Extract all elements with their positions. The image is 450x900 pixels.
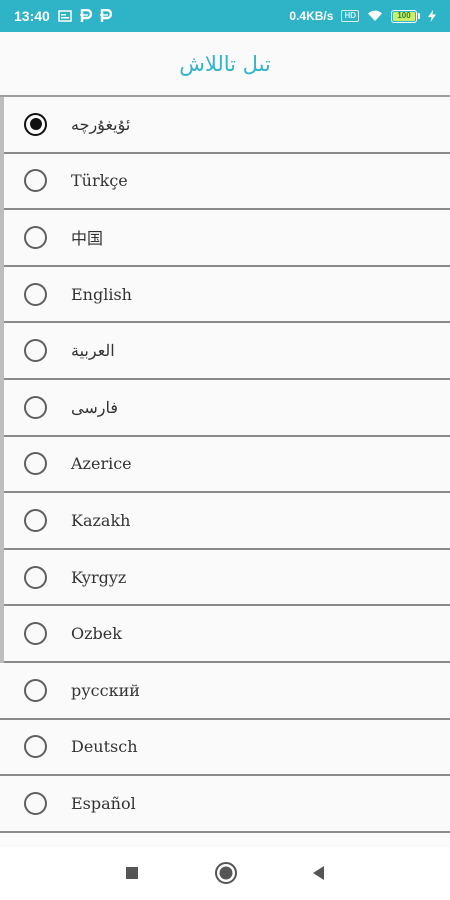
scroll-indicator[interactable] <box>0 97 4 663</box>
wifi-icon <box>367 10 383 22</box>
charging-icon <box>428 10 436 22</box>
language-label: русский <box>71 680 140 700</box>
page-title: تىل تاللاش <box>179 51 271 76</box>
language-label: Español <box>71 793 136 813</box>
language-row[interactable]: Türkçe <box>0 153 450 211</box>
navigation-bar <box>0 847 450 900</box>
language-label: Türkçe <box>71 171 128 191</box>
language-label: Kazakh <box>71 510 131 530</box>
battery-level: 100 <box>397 10 411 20</box>
radio-button[interactable] <box>24 169 47 193</box>
network-speed: 0.4KB/s <box>289 9 334 23</box>
language-label: English <box>71 284 132 304</box>
language-label: Deutsch <box>71 737 138 757</box>
radio-button[interactable] <box>24 622 47 646</box>
gallery-icon <box>58 10 72 22</box>
language-label: 中国 <box>71 229 104 249</box>
language-label: العربية <box>71 341 115 361</box>
language-list[interactable]: ئۇيغۇرچە Türkçe 中国 English العربية فارسی Azeri… <box>0 95 450 835</box>
language-row[interactable]: Ozbek <box>0 606 450 663</box>
language-row[interactable]: Kazakh <box>0 493 450 550</box>
language-row[interactable]: Español <box>0 776 450 833</box>
language-row[interactable]: English <box>0 266 450 324</box>
language-row[interactable]: فارسی <box>0 379 450 437</box>
status-bar-right: 0.4KB/s HD 100 <box>289 9 436 23</box>
status-bar: 13:40 0.4KB/s HD 100 <box>0 0 450 32</box>
language-label: فارسی <box>71 397 118 417</box>
header: تىل تاللاش <box>0 32 450 95</box>
radio-button[interactable] <box>24 395 47 419</box>
radio-button[interactable] <box>24 565 47 589</box>
language-row[interactable]: Kyrgyz <box>0 549 450 607</box>
language-label: Azerice <box>71 454 132 474</box>
radio-button[interactable] <box>24 508 47 532</box>
radio-button[interactable] <box>24 791 47 815</box>
language-label: Kyrgyz <box>71 567 127 587</box>
radio-button[interactable] <box>24 282 47 306</box>
radio-button[interactable] <box>24 678 47 702</box>
recents-icon[interactable] <box>112 853 152 893</box>
p-icon <box>79 9 92 23</box>
radio-button[interactable] <box>24 452 47 476</box>
language-row[interactable]: Azerice <box>0 436 450 494</box>
language-row[interactable]: Deutsch <box>0 719 450 777</box>
radio-button[interactable] <box>24 339 47 363</box>
language-row[interactable]: русский <box>0 662 450 720</box>
battery-icon: 100 <box>391 9 420 23</box>
home-icon[interactable] <box>206 853 246 893</box>
language-row[interactable]: العربية <box>0 323 450 380</box>
status-bar-left: 13:40 <box>14 8 112 24</box>
radio-button[interactable] <box>24 225 47 249</box>
clock: 13:40 <box>14 8 50 24</box>
radio-dot <box>29 118 42 131</box>
hd-icon: HD <box>341 10 359 22</box>
language-label: ئۇيغۇرچە <box>71 114 131 134</box>
language-label: Ozbek <box>71 624 122 644</box>
radio-button-checked[interactable] <box>24 112 47 136</box>
language-row[interactable]: 中国 <box>0 210 450 267</box>
radio-button[interactable] <box>24 735 47 759</box>
back-icon[interactable] <box>298 853 338 893</box>
p-icon <box>99 9 112 23</box>
language-row[interactable]: ئۇيغۇرچە <box>0 97 450 154</box>
